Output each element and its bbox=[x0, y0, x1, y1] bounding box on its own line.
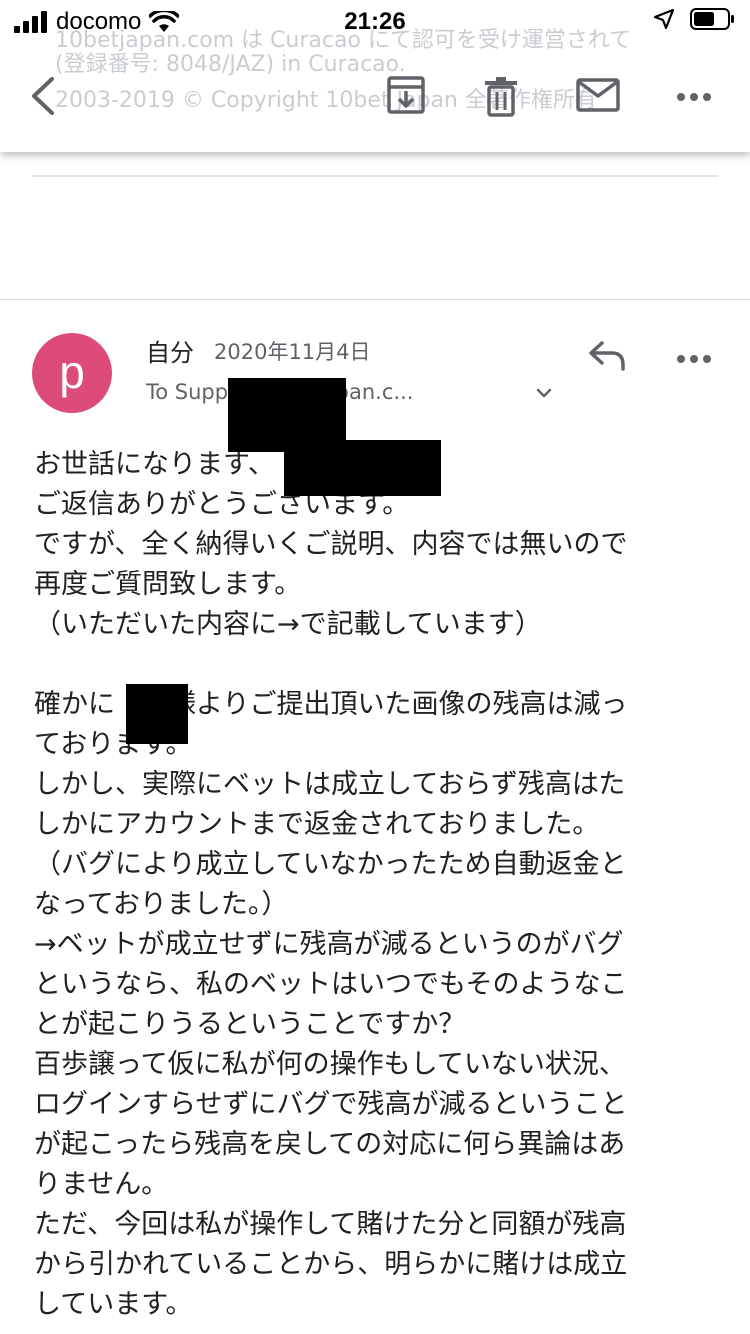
message-body-line: とが起こりうるということですか？ bbox=[34, 1009, 466, 1040]
divider bbox=[32, 175, 718, 177]
location-arrow-icon bbox=[654, 9, 674, 29]
message-body-line: りません。 bbox=[34, 1169, 169, 1200]
message-body-line: しかにアカウントまで返金されておりました。 bbox=[34, 809, 600, 840]
message-body-line: というなら、私のベットはいつでもそのようなこ bbox=[34, 969, 628, 1000]
status-bar: docomo 21:26 bbox=[0, 0, 750, 40]
archive-button[interactable] bbox=[386, 75, 426, 119]
chevron-left-icon bbox=[32, 77, 54, 115]
message-body-line: 百歩譲って仮に私が何の操作もしていない状況、 bbox=[34, 1049, 626, 1080]
reply-icon bbox=[589, 341, 625, 371]
status-right bbox=[654, 8, 736, 30]
chevron-down-icon bbox=[536, 388, 552, 398]
message-body-line: しています。 bbox=[34, 1289, 193, 1320]
message-date: 2020年11月4日 bbox=[214, 340, 371, 364]
message-body-line: 再度ご質問致します。 bbox=[34, 569, 302, 600]
reply-button[interactable] bbox=[588, 341, 626, 375]
message-body-line: ログインすらせずにバグで残高が減るということ bbox=[34, 1089, 628, 1120]
message-body-line bbox=[34, 645, 724, 685]
message-body-line: （バグにより成立していなかったため自動返金と bbox=[34, 849, 627, 880]
message-body-line: から引かれていることから、明らかに賭けは成立 bbox=[34, 1249, 628, 1280]
message-divider bbox=[0, 299, 750, 300]
message-body-line: なっておりました。） bbox=[34, 889, 289, 920]
sender-avatar[interactable]: p bbox=[32, 333, 112, 413]
delete-button[interactable] bbox=[482, 75, 520, 121]
message-body-line: ですが、全く納得いくご説明、内容では無いので bbox=[34, 529, 628, 560]
archive-icon bbox=[387, 76, 425, 114]
message-body-line: （いただいた内容に→で記載しています） bbox=[34, 609, 542, 640]
sender-name: 自分 bbox=[146, 339, 194, 367]
recipient-details-toggle[interactable] bbox=[536, 384, 552, 403]
redaction-box bbox=[126, 684, 188, 744]
message-more-button[interactable] bbox=[676, 350, 712, 369]
more-options-button[interactable] bbox=[676, 88, 712, 107]
message-body-line: しかし、実際にベットは成立しておらず残高はた bbox=[34, 769, 626, 800]
more-horizontal-icon bbox=[677, 355, 711, 363]
battery-icon bbox=[690, 8, 734, 30]
mark-unread-button[interactable] bbox=[576, 78, 620, 116]
envelope-icon bbox=[576, 78, 620, 112]
more-horizontal-icon bbox=[677, 93, 711, 101]
message-body: お世話になります、 ご返信ありがとうございます。 ですが、全く納得いくご説明、内容で… bbox=[34, 445, 724, 1325]
trash-icon bbox=[485, 77, 517, 117]
message-body-line: →ベットが成立せずに残高が減るというのがバグ bbox=[34, 929, 624, 960]
back-button[interactable] bbox=[28, 76, 58, 120]
message-body-line: が起こったら残高を戻しての対応に何ら異論はあ bbox=[34, 1129, 626, 1160]
message-body-line: ただ、今回は私が操作して賭けた分と同額が残高 bbox=[34, 1209, 627, 1240]
status-time: 21:26 bbox=[344, 8, 406, 35]
redaction-box bbox=[284, 440, 441, 496]
background-text-line: (登録番号: 8048/JAZ) in Curacao. bbox=[55, 52, 406, 77]
